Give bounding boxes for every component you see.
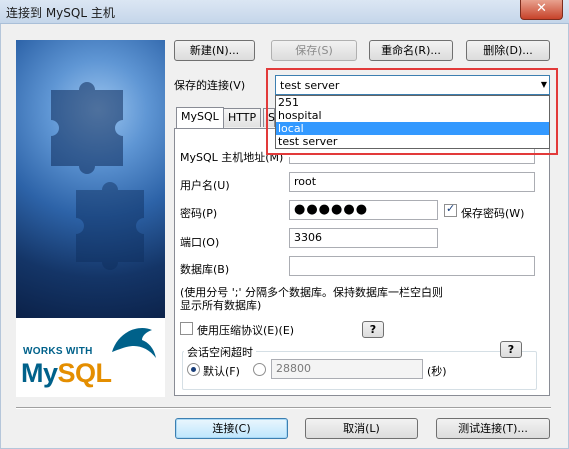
- password-label: 密码(P): [180, 207, 218, 220]
- mysql-branding: WORKS WITH MySQL: [16, 318, 165, 397]
- dialog-body: WORKS WITH MySQL 新建(N)... 保存(S) 重命名(R)..…: [0, 24, 569, 449]
- idle-timeout-help-button[interactable]: ?: [500, 341, 522, 358]
- dropdown-option[interactable]: 251: [276, 96, 549, 109]
- cancel-button[interactable]: 取消(L): [305, 418, 418, 439]
- saved-connections-value: test server: [280, 79, 340, 92]
- compression-checkbox[interactable]: [180, 322, 193, 335]
- dropdown-overlap-mask: [289, 148, 389, 157]
- default-timeout-label: 默认(F): [203, 365, 240, 378]
- footer-divider: [16, 407, 551, 409]
- mysql-logo: MySQL: [21, 358, 112, 389]
- logo-my-text: My: [21, 358, 58, 388]
- new-button[interactable]: 新建(N)...: [174, 40, 255, 61]
- database-label: 数据库(B): [180, 263, 230, 276]
- side-banner-image: WORKS WITH MySQL: [16, 40, 165, 397]
- delete-button[interactable]: 删除(D)...: [466, 40, 550, 61]
- tab-http[interactable]: HTTP: [223, 108, 262, 127]
- port-label: 端口(O): [180, 236, 220, 249]
- compression-label: 使用压缩协议(E)(E): [197, 324, 295, 337]
- chevron-down-icon[interactable]: ▼: [541, 80, 547, 89]
- dropdown-option-highlighted[interactable]: local: [276, 122, 549, 135]
- saved-connections-select[interactable]: test server ▼: [275, 75, 550, 95]
- user-input[interactable]: root: [289, 172, 535, 192]
- saved-connections-dropdown: 251 hospital local test server: [275, 95, 550, 149]
- save-password-label: 保存密码(W): [461, 207, 525, 220]
- host-label: MySQL 主机地址(M): [180, 151, 284, 164]
- title-bar: 连接到 MySQL 主机 ✕: [0, 0, 569, 24]
- idle-timeout-title: 会话空闲超时: [184, 344, 256, 360]
- tab-mysql[interactable]: MySQL: [176, 107, 224, 128]
- window-title: 连接到 MySQL 主机: [6, 6, 115, 20]
- save-password-checkbox[interactable]: [444, 202, 457, 217]
- rename-button[interactable]: 重命名(R)...: [369, 40, 453, 61]
- timeout-seconds-input[interactable]: 28800: [271, 359, 423, 379]
- port-input[interactable]: 3306: [289, 228, 438, 248]
- logo-sql-text: SQL: [57, 358, 113, 388]
- seconds-unit-label: (秒): [427, 365, 447, 378]
- connect-button[interactable]: 连接(C): [175, 418, 288, 439]
- dropdown-option[interactable]: test server: [276, 135, 549, 148]
- close-button[interactable]: ✕: [520, 0, 563, 20]
- custom-timeout-radio[interactable]: [253, 363, 266, 376]
- compression-help-button[interactable]: ?: [362, 321, 384, 338]
- database-input[interactable]: [289, 256, 535, 276]
- dropdown-option[interactable]: hospital: [276, 109, 549, 122]
- works-with-text: WORKS WITH: [23, 346, 93, 357]
- user-label: 用户名(U): [180, 179, 230, 192]
- saved-connections-label: 保存的连接(V): [174, 79, 246, 92]
- test-connection-button[interactable]: 测试连接(T)...: [436, 418, 550, 439]
- default-timeout-radio[interactable]: [187, 363, 200, 376]
- tab-ssh[interactable]: S: [263, 108, 275, 127]
- puzzle-pieces-icon: [51, 82, 144, 270]
- dolphin-icon: [112, 328, 156, 358]
- password-input[interactable]: ●●●●●●: [289, 200, 438, 220]
- puzzle-artwork: [16, 40, 165, 318]
- save-button[interactable]: 保存(S): [271, 40, 357, 61]
- database-hint-line2: 显示所有数据库): [180, 299, 262, 312]
